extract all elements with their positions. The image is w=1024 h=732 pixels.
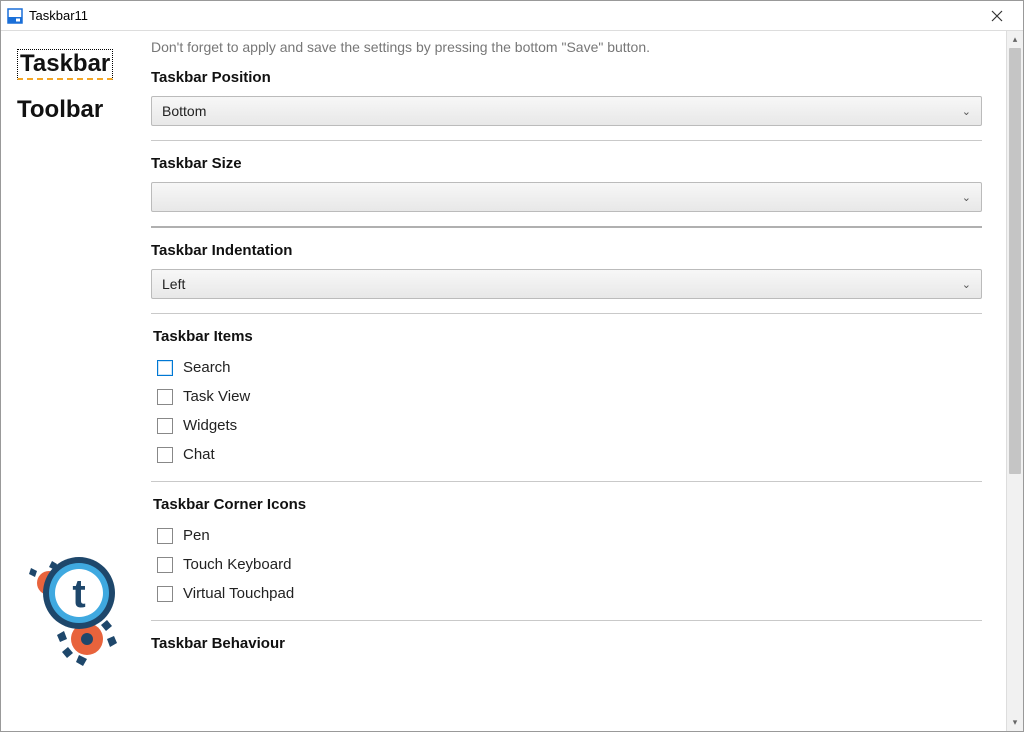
scroll-down-button[interactable]: ▾ xyxy=(1007,714,1023,731)
divider xyxy=(151,620,982,621)
sidebar-item-toolbar[interactable]: Toolbar xyxy=(17,96,103,124)
checkbox-label: Touch Keyboard xyxy=(183,556,291,573)
checkbox-box xyxy=(157,586,173,602)
sidebar: Taskbar Toolbar t xyxy=(1,31,151,731)
divider xyxy=(151,140,982,141)
checkbox-label: Chat xyxy=(183,446,215,463)
checkbox-label: Pen xyxy=(183,527,210,544)
titlebar: Taskbar11 xyxy=(1,1,1023,31)
checkbox-label: Search xyxy=(183,359,231,376)
scroll-up-button[interactable]: ▴ xyxy=(1007,31,1023,48)
divider xyxy=(151,481,982,482)
hint-text: Don't forget to apply and save the setti… xyxy=(151,39,982,55)
scroll-track[interactable] xyxy=(1007,48,1023,714)
sidebar-item-taskbar[interactable]: Taskbar xyxy=(17,49,113,80)
checkbox-widgets[interactable]: Widgets xyxy=(153,411,982,440)
dropdown-indentation-value: Left xyxy=(162,276,185,292)
checkbox-chat[interactable]: Chat xyxy=(153,440,982,469)
content-panel: Don't forget to apply and save the setti… xyxy=(151,31,1006,731)
scrollbar[interactable]: ▴ ▾ xyxy=(1006,31,1023,731)
chevron-down-icon: ⌄ xyxy=(962,105,971,118)
divider xyxy=(151,226,982,228)
dropdown-position[interactable]: Bottom ⌄ xyxy=(151,96,982,126)
label-size: Taskbar Size xyxy=(151,155,982,172)
label-indentation: Taskbar Indentation xyxy=(151,242,982,259)
label-corner: Taskbar Corner Icons xyxy=(153,496,982,513)
checkbox-touch-keyboard[interactable]: Touch Keyboard xyxy=(153,550,982,579)
checkbox-pen[interactable]: Pen xyxy=(153,521,982,550)
scroll-thumb[interactable] xyxy=(1009,48,1021,474)
svg-text:t: t xyxy=(72,572,85,616)
checkbox-label: Virtual Touchpad xyxy=(183,585,294,602)
app-icon xyxy=(7,8,23,24)
close-button[interactable] xyxy=(977,2,1017,30)
checkbox-label: Widgets xyxy=(183,417,237,434)
checkbox-virtual-touchpad[interactable]: Virtual Touchpad xyxy=(153,579,982,608)
chevron-down-icon: ⌄ xyxy=(962,191,971,204)
checkbox-taskview[interactable]: Task View xyxy=(153,382,982,411)
checkbox-label: Task View xyxy=(183,388,250,405)
body: Taskbar Toolbar t Don't xyxy=(1,31,1023,731)
checkbox-box xyxy=(157,447,173,463)
chevron-down-icon: ⌄ xyxy=(962,278,971,291)
divider xyxy=(151,313,982,314)
checkbox-box xyxy=(157,360,173,376)
dropdown-size[interactable]: ⌄ xyxy=(151,182,982,212)
checkbox-box xyxy=(157,557,173,573)
dropdown-indentation[interactable]: Left ⌄ xyxy=(151,269,982,299)
window-title: Taskbar11 xyxy=(29,8,88,23)
checkbox-box xyxy=(157,389,173,405)
checkbox-search[interactable]: Search xyxy=(153,353,982,382)
app-logo-icon: t xyxy=(7,543,137,673)
checkbox-box xyxy=(157,418,173,434)
label-position: Taskbar Position xyxy=(151,69,982,86)
label-behaviour: Taskbar Behaviour xyxy=(151,635,982,652)
label-items: Taskbar Items xyxy=(153,328,982,345)
dropdown-position-value: Bottom xyxy=(162,103,206,119)
checkbox-box xyxy=(157,528,173,544)
